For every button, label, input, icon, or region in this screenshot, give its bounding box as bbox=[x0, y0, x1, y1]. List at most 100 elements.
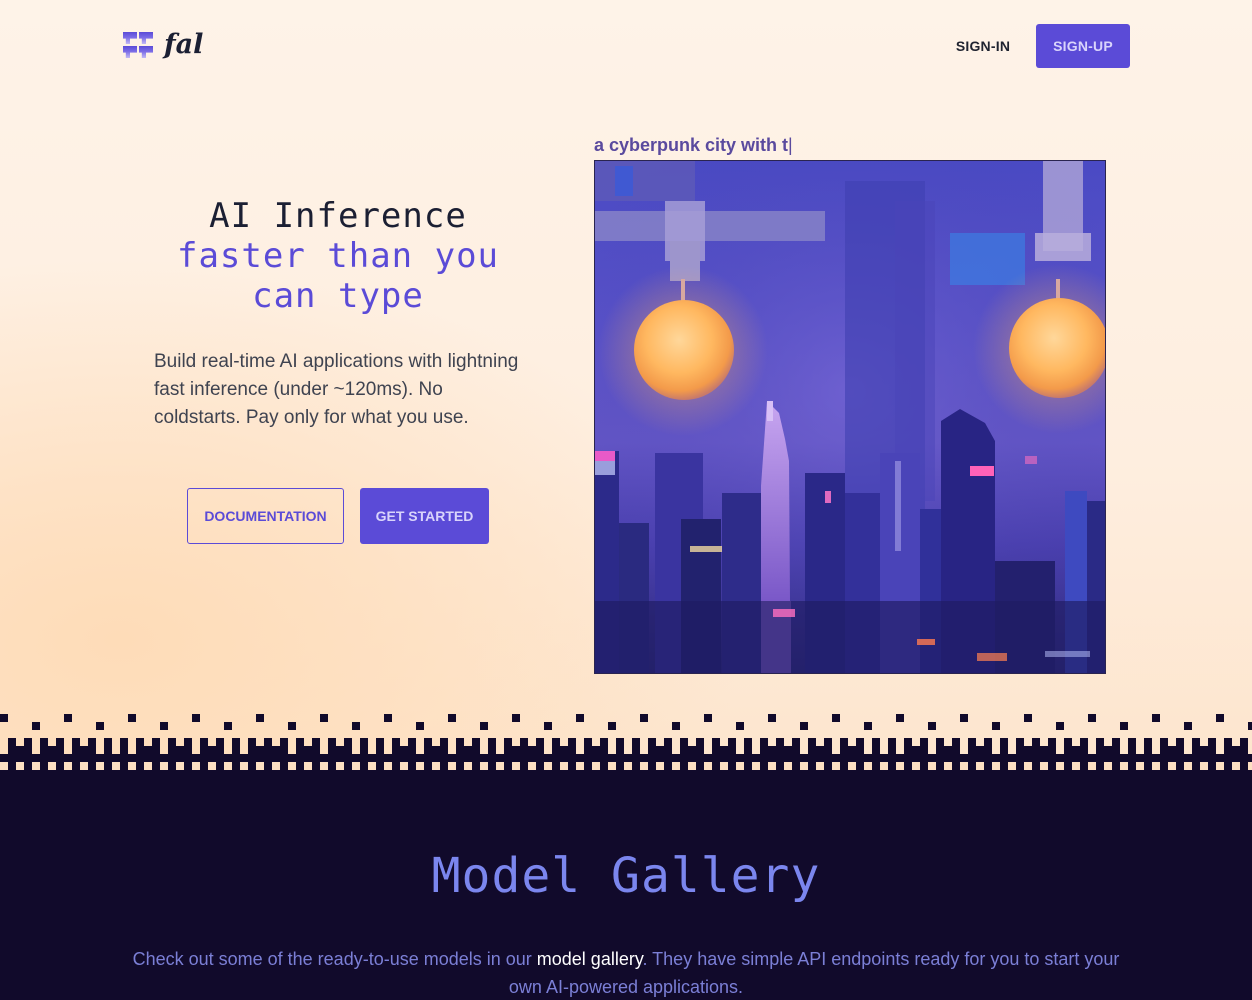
pixel-block bbox=[72, 738, 80, 746]
pixel-hole bbox=[1088, 762, 1096, 770]
pixel-block bbox=[8, 738, 16, 746]
pixel-block bbox=[552, 738, 560, 746]
pixel-block bbox=[248, 738, 256, 746]
pixel-block bbox=[312, 746, 320, 754]
pixel-block bbox=[1208, 746, 1216, 754]
pixel-hole bbox=[320, 762, 328, 770]
pixel-block bbox=[184, 738, 192, 746]
pixel-hole bbox=[960, 762, 968, 770]
pixel-block bbox=[712, 746, 720, 754]
pixel-hole bbox=[256, 762, 264, 770]
pixel-block bbox=[536, 746, 544, 754]
pixel-hole bbox=[720, 762, 728, 770]
pixel-block bbox=[936, 738, 944, 746]
pixel-block bbox=[440, 738, 448, 746]
pixel-block bbox=[936, 746, 944, 754]
pixel-block bbox=[1128, 738, 1136, 746]
pixel-block bbox=[904, 738, 912, 746]
pixel-block bbox=[920, 746, 928, 754]
pixel-hole bbox=[704, 762, 712, 770]
pixel-hole bbox=[944, 762, 952, 770]
pixel-block bbox=[968, 746, 976, 754]
pixel-block bbox=[1184, 722, 1192, 730]
pixel-block bbox=[152, 746, 160, 754]
pixel-hole bbox=[976, 762, 984, 770]
pixel-hole bbox=[752, 762, 760, 770]
pixel-hole bbox=[656, 762, 664, 770]
pixel-block bbox=[808, 746, 816, 754]
pixel-block bbox=[680, 738, 688, 746]
logo-text: fal bbox=[164, 29, 204, 60]
pixel-block bbox=[440, 746, 448, 754]
documentation-button[interactable]: DOCUMENTATION bbox=[187, 488, 344, 544]
pixel-hole bbox=[1040, 762, 1048, 770]
pixel-block bbox=[88, 738, 96, 746]
pixel-block bbox=[1112, 746, 1120, 754]
pixel-block bbox=[888, 738, 896, 746]
pixel-hole bbox=[160, 762, 168, 770]
pixel-block bbox=[488, 738, 496, 746]
pixel-hole bbox=[1072, 762, 1080, 770]
pixel-block bbox=[200, 738, 208, 746]
pixel-hole bbox=[416, 762, 424, 770]
pixel-block bbox=[104, 746, 112, 754]
sign-up-button[interactable]: SIGN-UP bbox=[1036, 24, 1130, 68]
pixel-block bbox=[728, 746, 736, 754]
pixel-block bbox=[848, 746, 856, 754]
pixel-hole bbox=[1024, 762, 1032, 770]
pixel-block bbox=[696, 738, 704, 746]
pixel-block bbox=[208, 746, 216, 754]
pixel-hole bbox=[1200, 762, 1208, 770]
pixel-block bbox=[168, 746, 176, 754]
pixel-hole bbox=[608, 762, 616, 770]
pixel-block bbox=[472, 738, 480, 746]
logo[interactable]: fal bbox=[121, 31, 203, 59]
pixel-block bbox=[656, 746, 664, 754]
pixel-block bbox=[0, 714, 8, 722]
pixel-block bbox=[248, 746, 256, 754]
pixel-block bbox=[400, 746, 408, 754]
pixel-block bbox=[1104, 746, 1112, 754]
pixel-block bbox=[744, 746, 752, 754]
model-gallery-link[interactable]: model gallery bbox=[537, 949, 643, 969]
pixel-block bbox=[152, 738, 160, 746]
pixel-block bbox=[1064, 746, 1072, 754]
hero-headline: AI Inference faster than you can type bbox=[120, 196, 556, 316]
pixel-block bbox=[760, 738, 768, 746]
pixel-block bbox=[104, 738, 112, 746]
pixel-block bbox=[872, 738, 880, 746]
pixel-block bbox=[16, 746, 24, 754]
pixel-hole bbox=[1168, 762, 1176, 770]
pixel-block bbox=[560, 746, 568, 754]
pixel-block bbox=[408, 738, 416, 746]
pixel-hole bbox=[384, 762, 392, 770]
pixel-block bbox=[264, 746, 272, 754]
pixel-block bbox=[1024, 746, 1032, 754]
pixel-block bbox=[1016, 738, 1024, 746]
headline-line-3: can type bbox=[252, 276, 424, 316]
pixel-block bbox=[80, 746, 88, 754]
pixel-block bbox=[976, 746, 984, 754]
pixel-block bbox=[1240, 738, 1248, 746]
pixel-block bbox=[1048, 746, 1056, 754]
pixel-block bbox=[488, 746, 496, 754]
pixel-block bbox=[184, 746, 192, 754]
pixel-block bbox=[688, 746, 696, 754]
pixel-block bbox=[984, 746, 992, 754]
pixel-block bbox=[424, 746, 432, 754]
pixel-hole bbox=[128, 762, 136, 770]
pixel-block bbox=[56, 738, 64, 746]
pixel-block bbox=[536, 738, 544, 746]
pixel-hole bbox=[464, 762, 472, 770]
pixel-block bbox=[1040, 746, 1048, 754]
sign-in-link[interactable]: SIGN-IN bbox=[944, 24, 1022, 68]
pixel-block bbox=[600, 738, 608, 746]
pixel-hole bbox=[672, 762, 680, 770]
pixel-block bbox=[504, 738, 512, 746]
pixel-hole bbox=[208, 762, 216, 770]
pixel-block bbox=[408, 746, 416, 754]
get-started-button[interactable]: GET STARTED bbox=[360, 488, 489, 544]
pixel-hole bbox=[592, 762, 600, 770]
pixel-block bbox=[528, 746, 536, 754]
pixel-block bbox=[920, 738, 928, 746]
